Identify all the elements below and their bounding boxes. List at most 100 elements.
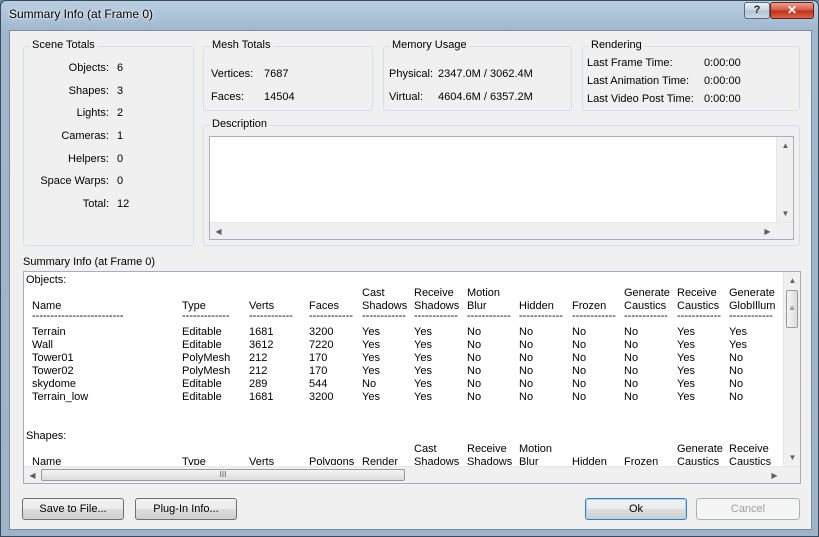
objects-table-cell: No — [572, 352, 587, 364]
shapes-column-header-line2: Verts — [249, 456, 275, 465]
objects-table-cell: No — [572, 339, 587, 351]
scroll-left-arrow-icon[interactable]: ◀ — [24, 467, 41, 484]
title-bar[interactable]: Summary Info (at Frame 0) ? ✕ — [1, 1, 818, 29]
column-separator-dashes: ------------ — [249, 310, 293, 322]
objects-table-cell: Yes — [362, 365, 380, 377]
scene-total-value: 6 — [117, 62, 124, 74]
column-separator-dashes: ------------ — [414, 310, 458, 322]
vertices-value: 7687 — [264, 68, 289, 80]
shapes-heading: Shapes: — [26, 430, 67, 442]
scene-total-label: Objects: — [68, 62, 109, 74]
scroll-right-arrow-icon[interactable]: ▶ — [759, 223, 776, 240]
scene-total-label: Lights: — [76, 107, 109, 119]
objects-table-cell: No — [467, 339, 482, 351]
rendering-group: Rendering Last Frame Time: 0:00:00 Last … — [582, 39, 800, 111]
mesh-totals-title: Mesh Totals — [210, 39, 273, 51]
faces-label: Faces: — [211, 91, 245, 103]
description-vscrollbar[interactable]: ▲ ▼ — [776, 137, 793, 222]
objects-table-cell: No — [362, 378, 377, 390]
objects-table-cell: No — [519, 378, 534, 390]
objects-table-cell: Yes — [414, 365, 432, 377]
shapes-column-header-line1: Generate — [677, 443, 723, 455]
scroll-right-arrow-icon[interactable]: ▶ — [766, 467, 783, 484]
objects-table-cell: No — [519, 365, 534, 377]
description-textarea[interactable]: ▲ ▼ ◀ ▶ — [209, 136, 794, 240]
objects-table-cell: Yes — [677, 378, 695, 390]
shapes-column-header-line2: Shadows — [467, 456, 513, 465]
objects-table-cell: No — [519, 326, 534, 338]
objects-table-cell: 1681 — [249, 326, 274, 338]
scroll-up-arrow-icon[interactable]: ▲ — [777, 137, 794, 154]
memory-usage-group: Memory Usage Physical: 2347.0M / 3062.4M… — [383, 39, 572, 111]
objects-column-header-line1: Cast — [362, 287, 385, 299]
close-button[interactable]: ✕ — [770, 2, 814, 19]
last-video-post-time-label: Last Video Post Time: — [587, 93, 694, 105]
shapes-column-header-line2: Shadows — [414, 456, 460, 465]
cancel-button[interactable]: Cancel — [696, 498, 800, 520]
summary-info-label: Summary Info (at Frame 0) — [23, 256, 156, 268]
summary-vscrollbar[interactable]: ▲ ≡ ▼ — [783, 272, 800, 466]
objects-table-cell: Terrain_low — [32, 391, 89, 403]
shapes-column-header-line1: Motion — [519, 443, 553, 455]
objects-table-cell: 544 — [309, 378, 328, 390]
objects-table-cell: Yes — [677, 352, 695, 364]
shapes-column-header-line2: Caustics — [729, 456, 772, 465]
window-title: Summary Info (at Frame 0) — [9, 7, 154, 21]
scene-totals-group: Scene Totals Objects: 6 Shapes: 3 Lights: 2 Ca… — [23, 39, 194, 246]
objects-table-cell: 289 — [249, 378, 268, 390]
column-separator-dashes: ------------ — [519, 310, 563, 322]
objects-table-cell: 1681 — [249, 391, 274, 403]
save-to-file-button[interactable]: Save to File... — [22, 498, 124, 520]
objects-table-cell: Yes — [414, 352, 432, 364]
objects-table-cell: No — [624, 339, 639, 351]
column-separator-dashes: ------------ — [309, 310, 353, 322]
scroll-down-arrow-icon[interactable]: ▼ — [777, 205, 794, 222]
scroll-down-arrow-icon[interactable]: ▼ — [784, 449, 801, 466]
objects-table-cell: 3200 — [309, 326, 334, 338]
column-separator-dashes: ------------------------- — [32, 310, 124, 322]
objects-table-cell: Tower01 — [32, 352, 74, 364]
column-separator-dashes: ------------ — [572, 310, 616, 322]
vertical-scroll-thumb[interactable]: ≡ — [786, 290, 798, 328]
description-hscrollbar[interactable]: ◀ ▶ — [210, 222, 793, 239]
scene-total-value: 1 — [117, 130, 124, 142]
ok-button[interactable]: Ok — [585, 498, 687, 520]
objects-table-cell: Yes — [677, 339, 695, 351]
summary-report-box[interactable]: Objects: Name ------------------------- Typ… — [23, 271, 801, 484]
objects-table-cell: No — [624, 352, 639, 364]
objects-column-header-line1: Receive — [414, 287, 454, 299]
shapes-column-header-line2: Name — [32, 456, 62, 465]
objects-table-cell: Tower02 — [32, 365, 74, 377]
scroll-up-arrow-icon[interactable]: ▲ — [784, 272, 801, 289]
horizontal-scroll-thumb[interactable]: III — [41, 469, 405, 481]
objects-table-cell: No — [572, 365, 587, 377]
objects-table-cell: Terrain — [32, 326, 66, 338]
description-title: Description — [210, 118, 270, 130]
objects-table-cell: No — [572, 391, 587, 403]
last-frame-time-label: Last Frame Time: — [587, 57, 673, 69]
objects-table-cell: No — [467, 365, 482, 377]
objects-table-cell: Yes — [414, 378, 432, 390]
description-group: Description ▲ ▼ ◀ ▶ — [203, 118, 800, 246]
scene-total-value: 12 — [117, 198, 130, 210]
objects-table-cell: 7220 — [309, 339, 334, 351]
physical-value: 2347.0M / 3062.4M — [438, 68, 533, 80]
objects-table-cell: No — [467, 391, 482, 403]
summary-hscrollbar[interactable]: ◀ III ▶ — [24, 466, 800, 483]
objects-table-cell: No — [729, 391, 744, 403]
scroll-left-arrow-icon[interactable]: ◀ — [210, 223, 227, 240]
help-button[interactable]: ? — [744, 2, 770, 19]
objects-table-cell: Yes — [362, 326, 380, 338]
objects-table-cell: Yes — [362, 339, 380, 351]
plug-in-info-button[interactable]: Plug-In Info... — [135, 498, 237, 520]
objects-column-header-line1: Receive — [677, 287, 717, 299]
objects-table-cell: Yes — [414, 339, 432, 351]
shapes-column-header-line1: Cast — [414, 443, 437, 455]
objects-column-header-line1: Generate — [729, 287, 775, 299]
virtual-label: Virtual: — [389, 91, 424, 103]
mesh-totals-group: Mesh Totals Vertices: 7687 Faces: 14504 — [203, 39, 373, 111]
objects-table-cell: PolyMesh — [182, 365, 231, 377]
objects-table-cell: Yes — [729, 326, 747, 338]
objects-table-cell: Editable — [182, 378, 222, 390]
rendering-title: Rendering — [589, 39, 644, 51]
